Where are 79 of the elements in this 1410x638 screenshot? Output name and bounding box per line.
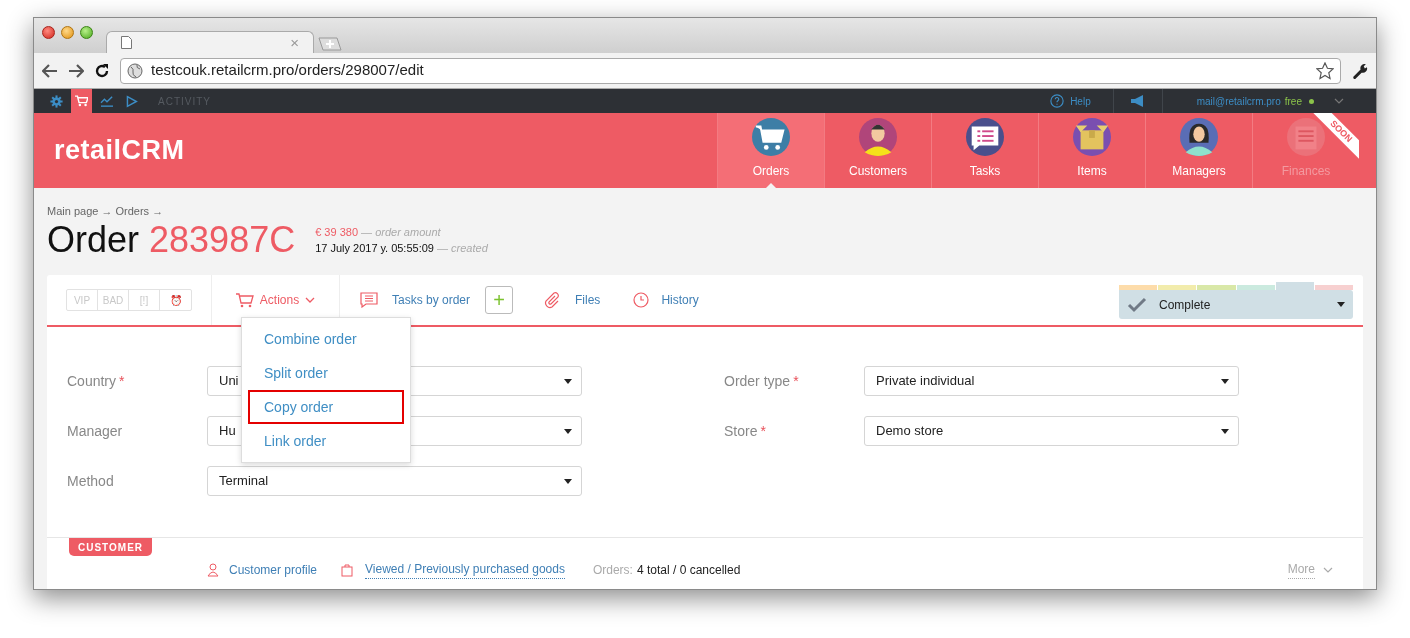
chevron-down-icon [305,297,316,303]
chat-list-icon [966,118,1004,156]
plan-label: free [1284,94,1302,109]
page-icon [121,36,132,49]
chevron-down-icon[interactable] [1334,98,1344,104]
add-task-button[interactable]: + [485,286,514,314]
shopping-bag-icon [341,562,354,577]
customer-profile-link[interactable]: Customer profile [229,560,318,579]
wrench-icon[interactable] [1351,62,1368,79]
play-icon [125,94,138,108]
field-label: Country * [67,371,126,391]
caret-icon [564,478,572,484]
order-title: Order 283987C [47,222,296,258]
reload-icon[interactable] [94,62,110,79]
new-tab-button[interactable] [318,37,342,51]
close-window-button[interactable] [42,26,55,39]
account-email[interactable]: mail@retailcrm.pro [1196,93,1281,109]
person-icon [207,562,219,577]
goods-link[interactable]: Viewed / Previously purchased goods [365,560,565,579]
nav-tab[interactable]: Managers [1145,113,1252,188]
tasks-link[interactable]: Tasks by order [360,291,471,309]
globe-icon [127,62,143,79]
nav-tab[interactable]: Orders [717,113,824,188]
menu-item[interactable]: Copy order [248,390,404,424]
cart-icon [235,292,254,308]
field-label: Method [67,471,115,491]
caret-icon [564,428,572,434]
orders-count: 4 total / 0 cancelled [636,561,741,579]
select-field[interactable]: Private individual [864,366,1239,396]
more-link[interactable]: More [1287,560,1315,579]
created-date: 17 July 2017 у. 05:55:09 — created [315,241,488,256]
nav-tab[interactable]: Items [1038,113,1145,188]
comment-icon [360,292,378,308]
field-label: Manager [67,421,124,441]
person-icon [859,118,897,156]
status-select[interactable]: Complete [1119,290,1353,319]
orders-label: Orders: [592,561,633,579]
logo[interactable]: retailCRM [54,130,185,171]
tag-toggle[interactable]: ⏰ [160,290,191,310]
minimize-window-button[interactable] [61,26,74,39]
nav-tab[interactable]: Tasks [931,113,1038,188]
cart-icon [75,95,88,107]
check-icon [1127,296,1147,313]
ledger-icon [1287,118,1325,156]
star-icon[interactable] [1316,61,1334,80]
address-field[interactable]: testcouk.retailcrm.pro/orders/298007/edit [120,57,1341,84]
maximize-window-button[interactable] [80,26,93,39]
paperclip-icon [543,291,562,309]
breadcrumb: Main page → Orders → [47,204,165,217]
menu-item[interactable]: Link order [248,424,404,458]
field-label: Order type * [724,371,800,391]
tab-close-icon[interactable]: × [290,35,299,50]
toolbar-button[interactable] [71,89,92,113]
select-field[interactable]: Terminal [207,466,582,496]
person-icon [1180,118,1218,156]
caret-icon [1221,378,1229,384]
customer-badge: CUSTOMER [69,538,153,556]
help-icon [1050,94,1065,108]
caret-icon [564,378,572,384]
clock-icon [633,292,650,308]
field-label: Store * [724,421,767,441]
caret-icon [1221,428,1229,434]
cart-icon [752,118,790,156]
menu-item[interactable]: Combine order [248,322,404,356]
order-amount: € 39 380 — order amount [315,225,442,240]
forward-icon[interactable] [68,63,84,78]
caret-icon [1337,302,1345,307]
gear-icon [50,94,63,108]
menu-item[interactable]: Split order [248,356,404,390]
box-icon [1073,118,1111,156]
files-link[interactable]: Files [543,291,601,309]
history-link[interactable]: History [633,291,699,309]
select-field[interactable]: Demo store [864,416,1239,446]
back-icon[interactable] [42,63,58,78]
nav-tab[interactable]: Customers [824,113,931,188]
megaphone-icon[interactable] [1129,95,1146,107]
browser-tab[interactable]: × [106,31,314,53]
chart-icon [99,95,114,107]
chevron-down-icon [1323,566,1333,573]
